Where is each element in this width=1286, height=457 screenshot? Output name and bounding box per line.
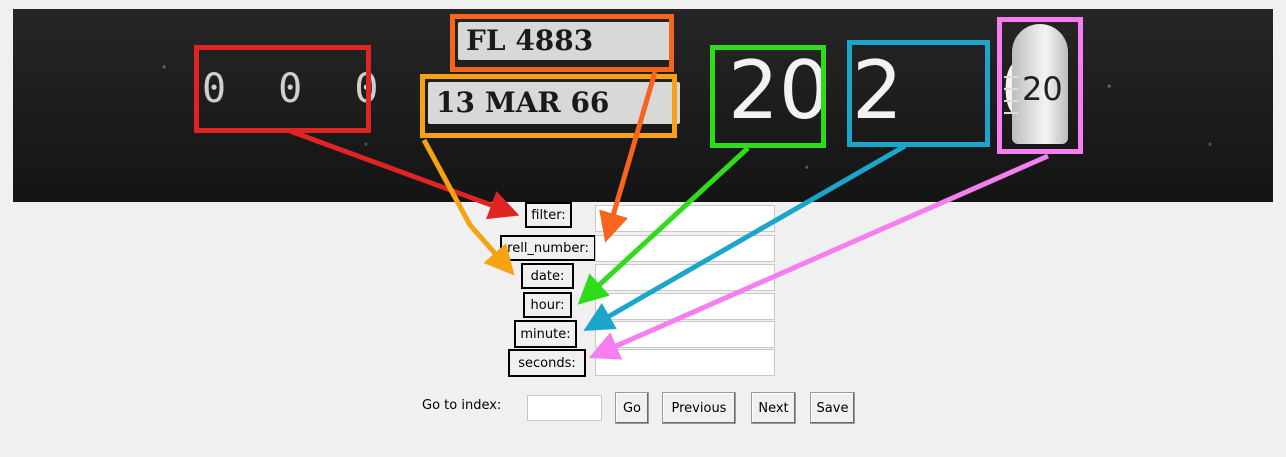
index-input[interactable] [527, 395, 602, 421]
arrow-filter [289, 128, 520, 220]
annotation-arrows [289, 71, 1050, 360]
next-button[interactable]: Next [751, 392, 796, 424]
arrow-rell-number [599, 71, 658, 243]
save-button[interactable]: Save [810, 392, 855, 424]
go-to-index-label: Go to index: [422, 398, 502, 413]
go-button[interactable]: Go [615, 392, 649, 424]
arrow-seconds [588, 153, 1050, 360]
previous-button[interactable]: Previous [662, 392, 736, 424]
arrow-minute [583, 143, 907, 331]
